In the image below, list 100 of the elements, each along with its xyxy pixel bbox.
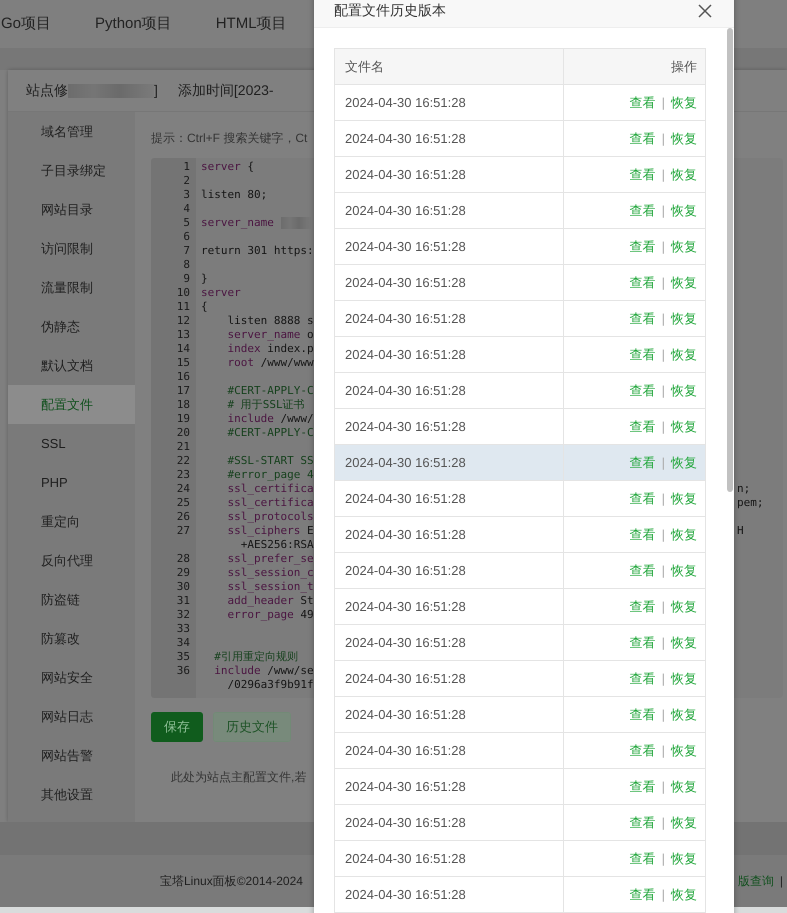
code-line: listen 8888 s: [226, 314, 314, 327]
table-cell: 2024-04-30 16:51:28: [334, 624, 564, 660]
view-link[interactable]: 查看: [630, 310, 656, 326]
menu-item[interactable]: 配置文件: [8, 385, 135, 424]
code-line: ssl_prefer_se: [226, 552, 314, 565]
line-number: 12: [176, 314, 191, 328]
restore-link[interactable]: 恢复: [671, 382, 697, 398]
menu-item[interactable]: 流量限制: [8, 268, 135, 307]
code-line: #CERT-APPLY-C: [226, 426, 314, 439]
restore-link[interactable]: 恢复: [671, 454, 697, 470]
view-link[interactable]: 查看: [630, 130, 656, 146]
footer-link[interactable]: 版查询: [738, 872, 774, 890]
nav-tab[interactable]: Python项目: [95, 12, 172, 36]
view-link[interactable]: 查看: [630, 562, 656, 578]
dialog-title: 站点修: [26, 81, 68, 100]
code-line: {: [201, 300, 208, 313]
close-icon[interactable]: [698, 4, 712, 18]
restore-link[interactable]: 恢复: [671, 598, 697, 614]
restore-link[interactable]: 恢复: [671, 130, 697, 146]
restore-link[interactable]: 恢复: [671, 814, 697, 830]
nav-tab[interactable]: HTML项目: [216, 12, 287, 36]
view-link[interactable]: 查看: [630, 490, 656, 506]
code-line: ssl_session_c: [226, 566, 314, 579]
view-link[interactable]: 查看: [630, 418, 656, 434]
menu-item[interactable]: 网站安全: [8, 658, 135, 697]
menu-item[interactable]: 访问限制: [8, 229, 135, 268]
view-link[interactable]: 查看: [630, 526, 656, 542]
view-link[interactable]: 查看: [630, 670, 656, 686]
menu-item[interactable]: 重定向: [8, 502, 135, 541]
restore-link[interactable]: 恢复: [671, 706, 697, 722]
restore-link[interactable]: 恢复: [671, 742, 697, 758]
view-link[interactable]: 查看: [630, 850, 656, 866]
line-number: 34: [176, 636, 191, 650]
view-link[interactable]: 查看: [630, 634, 656, 650]
menu-item[interactable]: 网站目录: [8, 190, 135, 229]
view-link[interactable]: 查看: [630, 814, 656, 830]
menu-item[interactable]: 默认文档: [8, 346, 135, 385]
view-link[interactable]: 查看: [630, 598, 656, 614]
view-link[interactable]: 查看: [630, 454, 656, 470]
view-link[interactable]: 查看: [630, 742, 656, 758]
view-link[interactable]: 查看: [630, 202, 656, 218]
restore-link[interactable]: 恢复: [671, 850, 697, 866]
menu-item[interactable]: PHP: [8, 463, 135, 502]
menu-item[interactable]: 防篡改: [8, 619, 135, 658]
restore-link[interactable]: 恢复: [671, 778, 697, 794]
menu-item[interactable]: 其他设置: [8, 775, 135, 814]
view-link[interactable]: 查看: [630, 166, 656, 182]
restore-link[interactable]: 恢复: [671, 526, 697, 542]
view-link[interactable]: 查看: [630, 274, 656, 290]
view-link[interactable]: 查看: [630, 886, 656, 902]
line-number: 23: [176, 468, 191, 482]
view-link[interactable]: 查看: [630, 346, 656, 362]
menu-item[interactable]: SSL: [8, 424, 135, 463]
menu-item[interactable]: 域名管理: [8, 112, 135, 151]
restore-link[interactable]: 恢复: [671, 310, 697, 326]
view-link[interactable]: 查看: [630, 94, 656, 110]
restore-link[interactable]: 恢复: [671, 634, 697, 650]
menu-item[interactable]: 防盗链: [8, 580, 135, 619]
separator-text: |: [662, 94, 665, 110]
restore-link[interactable]: 恢复: [671, 346, 697, 362]
restore-link[interactable]: 恢复: [671, 166, 697, 182]
separator-text: |: [662, 274, 665, 290]
menu-item[interactable]: 子目录绑定: [8, 151, 135, 190]
restore-link[interactable]: 恢复: [671, 94, 697, 110]
separator-text: |: [662, 814, 665, 830]
menu-item[interactable]: 网站日志: [8, 697, 135, 736]
menu-item[interactable]: 伪静态: [8, 307, 135, 346]
restore-link[interactable]: 恢复: [671, 670, 697, 686]
table-cell: 2024-04-30 16:51:28: [334, 120, 564, 156]
restore-link[interactable]: 恢复: [671, 418, 697, 434]
restore-link[interactable]: 恢复: [671, 202, 697, 218]
nav-tab[interactable]: Go项目: [1, 12, 52, 36]
menu-item[interactable]: 网站告警: [8, 736, 135, 775]
separator-text: |: [662, 202, 665, 218]
restore-link[interactable]: 恢复: [671, 490, 697, 506]
menu-item[interactable]: 反向代理: [8, 541, 135, 580]
separator-text: |: [662, 490, 665, 506]
code-line: # 用于SSL证书: [226, 398, 305, 411]
view-link[interactable]: 查看: [630, 706, 656, 722]
code-line: return 301 https:: [201, 244, 314, 257]
table-cell: 2024-04-30 16:51:28: [334, 300, 564, 336]
code-line: index index.p: [226, 342, 314, 355]
view-link[interactable]: 查看: [630, 238, 656, 254]
code-line: #CERT-APPLY-C: [226, 384, 314, 397]
separator-text: |: [662, 130, 665, 146]
view-link[interactable]: 查看: [630, 382, 656, 398]
separator-text: |: [662, 742, 665, 758]
line-number: 11: [176, 300, 191, 314]
line-number: 32: [176, 608, 191, 622]
restore-link[interactable]: 恢复: [671, 274, 697, 290]
restore-link[interactable]: 恢复: [671, 238, 697, 254]
restore-link[interactable]: 恢复: [671, 562, 697, 578]
line-number: 24: [176, 482, 191, 496]
scrollbar[interactable]: [727, 28, 733, 492]
line-number: 25: [176, 496, 191, 510]
save-button[interactable]: 保存: [151, 712, 203, 742]
line-number: 18: [176, 398, 191, 412]
view-link[interactable]: 查看: [630, 778, 656, 794]
history-button[interactable]: 历史文件: [213, 712, 291, 742]
restore-link[interactable]: 恢复: [671, 886, 697, 902]
